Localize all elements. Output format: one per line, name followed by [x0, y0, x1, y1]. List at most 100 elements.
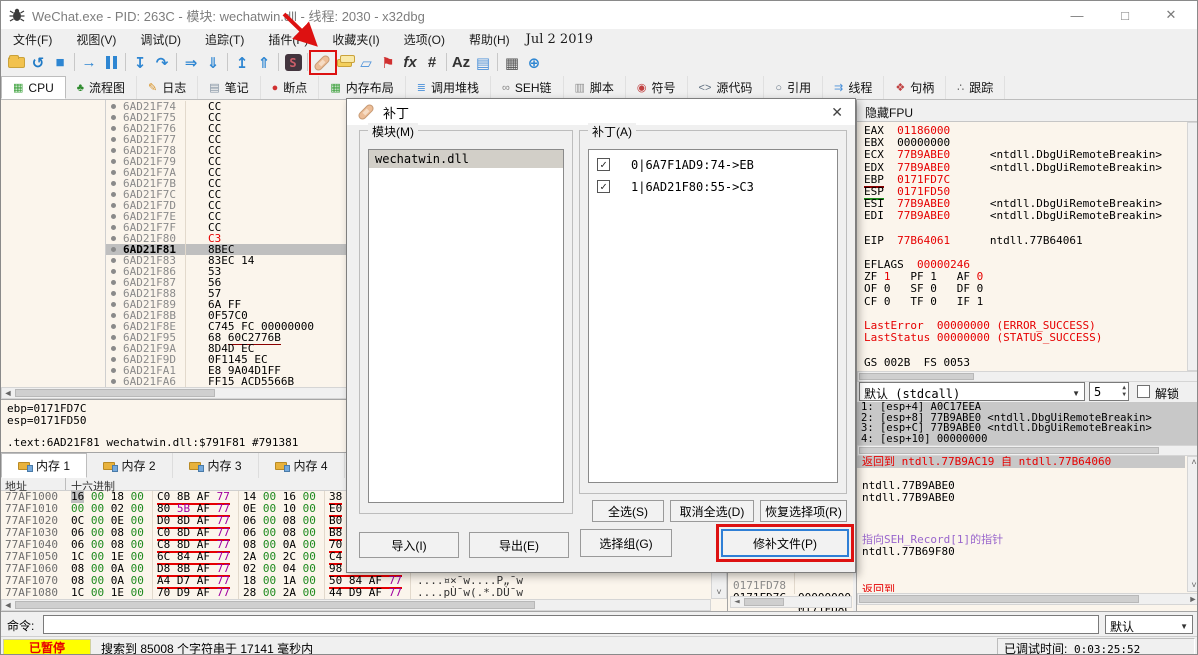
breakpoint-dot[interactable]	[111, 335, 116, 340]
dump-tab-4[interactable]: 内存 4	[259, 453, 345, 478]
tab-断点[interactable]: ● 断点	[261, 76, 320, 99]
maximize-button[interactable]: □	[1103, 1, 1147, 29]
label-icon[interactable]: ▱	[355, 51, 377, 75]
breakpoint-dot[interactable]	[111, 148, 116, 153]
hash-icon[interactable]: #	[421, 51, 443, 75]
breakpoint-dot[interactable]	[111, 269, 116, 274]
menu-item-5[interactable]: 收藏夹(I)	[320, 29, 391, 50]
register-line[interactable]: LastStatus 00000000 (STATUS_SUCCESS)	[864, 332, 1187, 344]
stack-row[interactable]: 0171FD7C 0171FD8C	[728, 580, 853, 616]
pause-icon[interactable]	[100, 51, 122, 75]
patch-list[interactable]: ✓ 0|6A7F1AD9:74->EB ✓ 1|6AD21F80:55->C3	[588, 149, 838, 483]
animate-into-icon[interactable]: ⇒	[180, 51, 202, 75]
breakpoint-dot[interactable]	[111, 236, 116, 241]
register-line[interactable]: EIP 77B64061 ntdll.77B64061	[864, 234, 1187, 247]
command-profile-select[interactable]: 默认 ▼	[1105, 615, 1193, 634]
tab-句柄[interactable]: ❖ 句柄	[884, 76, 947, 99]
dump-row[interactable]: 77AF1080 1C 00 1E 00 70 D9 AF 77 28 00 2A 0…	[1, 587, 711, 601]
calculator-icon[interactable]: ▦	[501, 51, 523, 75]
module-list-item[interactable]: wechatwin.dll	[369, 150, 563, 168]
function-analysis-icon[interactable]: fx	[399, 51, 421, 75]
breakpoint-dot[interactable]	[111, 137, 116, 142]
patch-file-button[interactable]: 修补文件(P)	[721, 529, 849, 557]
tab-内存布局[interactable]: ▦ 内存布局	[319, 76, 406, 99]
patch-list-item[interactable]: ✓ 0|6A7F1AD9:74->EB	[589, 154, 837, 176]
menu-item-7[interactable]: 帮助(H)	[457, 29, 522, 50]
tab-跟踪[interactable]: ∴ 跟踪	[946, 76, 1006, 99]
breakpoint-dot[interactable]	[111, 181, 116, 186]
stop-icon[interactable]: ■	[49, 51, 71, 75]
tab-流程图[interactable]: ♣ 流程图	[66, 76, 137, 99]
argument-depth-spinner[interactable]: 5 ▲ ▼	[1089, 382, 1129, 401]
stack-arguments-list[interactable]: 1: [esp+4] A0C17EEA 2: [esp+8] 77B9ABE0 <…	[857, 402, 1197, 445]
run-to-user-code-icon[interactable]: ⇑	[253, 51, 275, 75]
step-out-icon[interactable]: ↥	[231, 51, 253, 75]
export-button[interactable]: 导出(E)	[469, 532, 569, 558]
breakpoint-dot[interactable]	[111, 313, 116, 318]
breakpoint-dot[interactable]	[111, 302, 116, 307]
dialog-close-icon[interactable]: ✕	[831, 104, 843, 121]
menu-item-6[interactable]: 选项(O)	[392, 29, 457, 50]
breakpoint-dot[interactable]	[111, 126, 116, 131]
patch-checkbox[interactable]: ✓	[597, 158, 610, 171]
breakpoint-dot[interactable]	[111, 159, 116, 164]
calling-convention-select[interactable]: 默认 (stdcall) ▼	[859, 382, 1085, 401]
animate-over-icon[interactable]: ⇓	[202, 51, 224, 75]
registers-hscrollbar[interactable]	[857, 371, 1197, 382]
menu-item-1[interactable]: 视图(V)	[64, 29, 128, 50]
select-all-button[interactable]: 全选(S)	[592, 500, 664, 522]
open-file-icon[interactable]	[5, 51, 27, 75]
breakpoint-dot[interactable]	[111, 104, 116, 109]
followed-address-pane[interactable]: 返回到 ntdll.77B9AC19 自 ntdll.77B64060 ntdl…	[857, 456, 1197, 592]
step-into-icon[interactable]: ↧	[129, 51, 151, 75]
menu-item-4[interactable]: 插件(P)	[256, 29, 320, 50]
modules-icon[interactable]: ▤	[472, 51, 494, 75]
register-line[interactable]: CF 0 TF 0 IF 1	[864, 295, 1187, 308]
breakpoint-dot[interactable]	[111, 280, 116, 285]
patch-dialog-titlebar[interactable]: 补丁 ✕	[347, 99, 855, 125]
restart-icon[interactable]: ↺	[27, 51, 49, 75]
registers-list[interactable]: EAX 01186000 EBX 00000000 ECX 77B9ABE0 <nt…	[857, 122, 1187, 371]
followed-pane-hscrollbar[interactable]: ►	[857, 593, 1197, 605]
tab-源代码[interactable]: <> 源代码	[688, 76, 765, 99]
restore-selection-button[interactable]: 恢复选择项(R)	[760, 500, 847, 522]
tab-引用[interactable]: ○ 引用	[764, 76, 824, 99]
dump-tab-1[interactable]: 内存 1	[1, 453, 87, 478]
dump-hscrollbar[interactable]: ◄	[1, 599, 711, 611]
dump-tab-3[interactable]: 内存 3	[173, 453, 259, 478]
register-line[interactable]: EDI 77B9ABE0 <ntdll.DbgUiRemoteBreakin>	[864, 210, 1187, 222]
breakpoint-dot[interactable]	[111, 346, 116, 351]
arguments-hscrollbar[interactable]	[857, 445, 1197, 456]
hide-fpu-header[interactable]: 隐藏FPU	[857, 100, 1197, 122]
breakpoint-dot[interactable]	[111, 324, 116, 329]
breakpoint-dot[interactable]	[111, 368, 116, 373]
breakpoint-dot[interactable]	[111, 192, 116, 197]
stack-hscrollbar[interactable]: ◄	[730, 596, 852, 608]
breakpoint-dot[interactable]	[111, 247, 116, 252]
settings-icon[interactable]: S	[282, 51, 304, 75]
close-button[interactable]: ✕	[1149, 1, 1193, 29]
tab-符号[interactable]: ◉ 符号	[626, 76, 688, 99]
breakpoint-dot[interactable]	[111, 357, 116, 362]
tab-线程[interactable]: ⇉ 线程	[823, 76, 885, 99]
patch-checkbox[interactable]: ✓	[597, 180, 610, 193]
tab-笔记[interactable]: ▤ 笔记	[198, 76, 261, 99]
minimize-button[interactable]: —	[1055, 1, 1099, 29]
menu-item-3[interactable]: 追踪(T)	[193, 29, 256, 50]
breakpoint-dot[interactable]	[111, 258, 116, 263]
import-button[interactable]: 导入(I)	[359, 532, 459, 558]
breakpoint-dot[interactable]	[111, 225, 116, 230]
breakpoint-dot[interactable]	[111, 214, 116, 219]
tab-日志[interactable]: ✎ 日志	[137, 76, 199, 99]
step-over-icon[interactable]: ↷	[151, 51, 173, 75]
dump-tab-2[interactable]: 内存 2	[87, 453, 173, 478]
module-list[interactable]: wechatwin.dll	[368, 149, 564, 503]
menu-item-0[interactable]: 文件(F)	[1, 29, 64, 50]
globe-icon[interactable]: ⊕	[523, 51, 545, 75]
patch-list-item[interactable]: ✓ 1|6AD21F80:55->C3	[589, 176, 837, 198]
tab-SEH链[interactable]: ∞ SEH链	[491, 76, 564, 99]
unlock-checkbox[interactable]	[1137, 385, 1150, 398]
breakpoint-dot[interactable]	[111, 115, 116, 120]
tab-调用堆栈[interactable]: ≣ 调用堆栈	[406, 76, 491, 99]
strings-icon[interactable]: Az	[450, 51, 472, 75]
